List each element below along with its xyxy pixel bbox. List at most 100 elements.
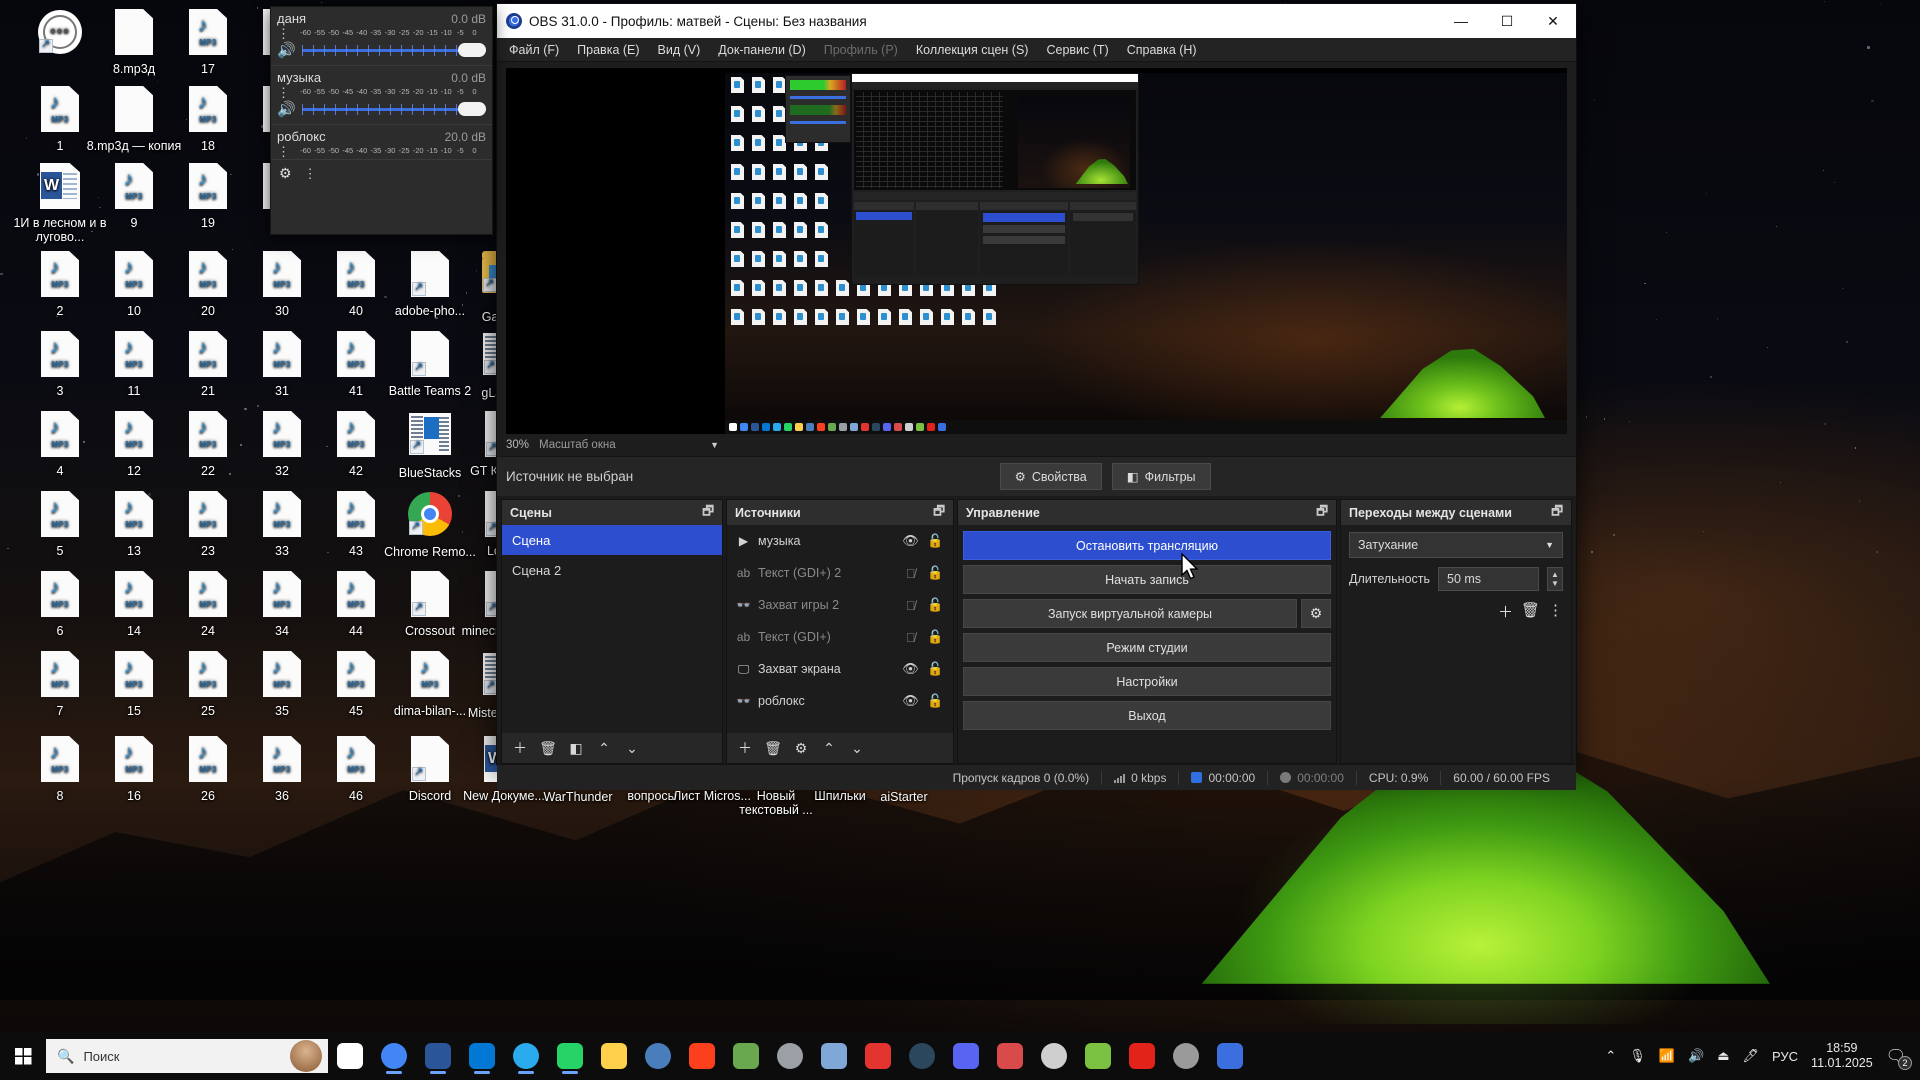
- lock-toggle-icon[interactable]: 🔓: [926, 533, 945, 549]
- transition-actions[interactable]: ＋ 🗑 ⋮: [1349, 601, 1563, 622]
- preview-scale-bar[interactable]: 30% Масштаб окна ▼: [497, 434, 1576, 456]
- yandex-icon[interactable]: [682, 1036, 722, 1076]
- visibility-toggle-icon[interactable]: 👁̸: [901, 566, 920, 581]
- mixer-track[interactable]: даня0.0 dB⋮-60-55-50-45-40-35-30-25-20-1…: [271, 7, 492, 66]
- slider-knob[interactable]: [458, 102, 486, 116]
- control-button[interactable]: Настройки: [963, 667, 1331, 696]
- telegram-icon[interactable]: [506, 1036, 546, 1076]
- obs-icon[interactable]: [1210, 1036, 1250, 1076]
- screen-icon[interactable]: [814, 1036, 854, 1076]
- menu-item[interactable]: Правка (E): [577, 43, 639, 57]
- virtual-camera-button[interactable]: Запуск виртуальной камеры: [963, 599, 1297, 628]
- move-up-icon[interactable]: ⌃: [591, 737, 617, 759]
- scene-item[interactable]: Сцена 2: [502, 555, 722, 585]
- discord-icon[interactable]: [946, 1036, 986, 1076]
- visibility-toggle-icon[interactable]: 👁̸: [901, 598, 920, 613]
- roblox-icon[interactable]: [1122, 1036, 1162, 1076]
- notifications-button[interactable]: 🗨2: [1886, 1046, 1906, 1066]
- menu-item[interactable]: Вид (V): [658, 43, 701, 57]
- undock-icon[interactable]: 🗗: [1551, 502, 1563, 523]
- search-input[interactable]: 🔍 Поиск: [46, 1039, 328, 1073]
- word-icon[interactable]: [418, 1036, 458, 1076]
- audio-mixer-window[interactable]: даня0.0 dB⋮-60-55-50-45-40-35-30-25-20-1…: [270, 6, 493, 235]
- calc-icon[interactable]: [770, 1036, 810, 1076]
- gear-icon[interactable]: ⚙: [788, 737, 814, 759]
- control-button[interactable]: Режим студии: [963, 633, 1331, 662]
- lock-toggle-icon[interactable]: 🔓: [926, 597, 945, 613]
- undock-icon[interactable]: 🗗: [702, 502, 714, 523]
- lock-toggle-icon[interactable]: 🔓: [926, 565, 945, 581]
- store-icon[interactable]: [462, 1036, 502, 1076]
- stepper-down-icon[interactable]: ▼: [1551, 579, 1559, 588]
- speaker-icon[interactable]: 🔊: [277, 41, 295, 59]
- source-list[interactable]: ▶музыка👁🔓abТекст (GDI+) 2👁̸🔓👓Захват игры…: [727, 525, 953, 733]
- windows-taskbar[interactable]: 🔍 Поиск ⌃ 🎙 📶 🔊 ⏏ 🖊 РУС 18:59 11.01.2025…: [0, 1032, 1920, 1080]
- taskbar-app-list[interactable]: [328, 1036, 1252, 1076]
- delete-icon[interactable]: 🗑: [535, 737, 561, 759]
- vertical-dots-icon[interactable]: ⋮: [277, 29, 289, 38]
- source-item[interactable]: 👓роблокс👁🔓: [727, 685, 953, 717]
- minimize-button[interactable]: —: [1438, 4, 1484, 38]
- vertical-dots-icon[interactable]: ⋮: [277, 147, 289, 156]
- language-indicator[interactable]: РУС: [1772, 1049, 1798, 1064]
- source-item[interactable]: ▶музыка👁🔓: [727, 525, 953, 557]
- gear-icon[interactable]: ⚙: [279, 165, 292, 182]
- lock-toggle-icon[interactable]: 🔓: [926, 661, 945, 677]
- chevron-down-icon[interactable]: ▼: [710, 440, 719, 450]
- pen-icon[interactable]: 🖊: [1742, 1048, 1759, 1064]
- visibility-toggle-icon[interactable]: 👁: [901, 533, 920, 549]
- add-icon[interactable]: ＋: [507, 737, 533, 759]
- more-options-icon[interactable]: ⋮: [1548, 601, 1563, 622]
- clock[interactable]: 18:59 11.01.2025: [1811, 1041, 1873, 1071]
- vertical-dots-icon[interactable]: ⋮: [277, 88, 289, 97]
- source-item[interactable]: abТекст (GDI+)👁̸🔓: [727, 621, 953, 653]
- lock-toggle-icon[interactable]: 🔓: [926, 629, 945, 645]
- menu-item[interactable]: Док-панели (D): [718, 43, 805, 57]
- visibility-toggle-icon[interactable]: 👁: [901, 693, 920, 709]
- usb-eject-icon[interactable]: ⏏: [1717, 1048, 1729, 1064]
- filter-icon[interactable]: ◧: [563, 737, 589, 759]
- chrome-icon[interactable]: [374, 1036, 414, 1076]
- whatsapp-icon[interactable]: [550, 1036, 590, 1076]
- duration-stepper[interactable]: ▲▼: [1547, 567, 1563, 591]
- obs-window[interactable]: OBS 31.0.0 - Профиль: матвей - Сцены: Бе…: [496, 3, 1577, 765]
- menu-item[interactable]: Сервис (T): [1046, 43, 1108, 57]
- settings-blue-icon[interactable]: [638, 1036, 678, 1076]
- explorer-icon[interactable]: [594, 1036, 634, 1076]
- visibility-toggle-icon[interactable]: 👁: [901, 661, 920, 677]
- scene-list[interactable]: СценаСцена 2: [502, 525, 722, 733]
- app-icon[interactable]: [1166, 1036, 1206, 1076]
- wifi-icon[interactable]: 📶: [1659, 1048, 1675, 1064]
- scene-item[interactable]: Сцена: [502, 525, 722, 555]
- delete-icon[interactable]: 🗑: [760, 737, 786, 759]
- control-button[interactable]: Остановить трансляцию: [963, 531, 1331, 560]
- visibility-toggle-icon[interactable]: 👁̸: [901, 630, 920, 645]
- mixer-volume-slider[interactable]: [302, 102, 486, 116]
- move-down-icon[interactable]: ⌄: [844, 737, 870, 759]
- source-item[interactable]: 👓Захват игры 2👁̸🔓: [727, 589, 953, 621]
- preview-canvas[interactable]: [506, 68, 1567, 434]
- epic-icon[interactable]: [1078, 1036, 1118, 1076]
- menu-item[interactable]: Справка (H): [1127, 43, 1197, 57]
- opera-icon[interactable]: [858, 1036, 898, 1076]
- undock-icon[interactable]: 🗗: [933, 502, 945, 523]
- scale-mode-select[interactable]: Масштаб окна ▼: [539, 439, 719, 451]
- close-button[interactable]: ✕: [1530, 4, 1576, 38]
- speaker-icon[interactable]: 🔊: [277, 100, 295, 118]
- menu-item[interactable]: Файл (F): [509, 43, 559, 57]
- delete-icon[interactable]: 🗑: [1521, 601, 1540, 622]
- control-button[interactable]: Начать запись: [963, 565, 1331, 594]
- add-icon[interactable]: ＋: [1498, 601, 1513, 622]
- microphone-icon[interactable]: 🎙: [1629, 1048, 1646, 1064]
- mixer-volume-slider[interactable]: [302, 43, 486, 57]
- obs-menu-bar[interactable]: Файл (F)Правка (E)Вид (V)Док-панели (D)П…: [497, 38, 1576, 62]
- settings-gear-icon[interactable]: [1034, 1036, 1074, 1076]
- move-up-icon[interactable]: ⌃: [816, 737, 842, 759]
- add-icon[interactable]: ＋: [732, 737, 758, 759]
- transition-select[interactable]: Затухание ▼: [1349, 532, 1563, 558]
- control-button-list[interactable]: Остановить трансляцию Начать запись Запуск…: [958, 525, 1336, 763]
- task-view-icon[interactable]: [330, 1036, 370, 1076]
- chevron-up-icon[interactable]: ⌃: [1605, 1048, 1616, 1064]
- move-down-icon[interactable]: ⌄: [619, 737, 645, 759]
- system-tray[interactable]: ⌃ 🎙 📶 🔊 ⏏ 🖊 РУС 18:59 11.01.2025 🗨2: [1605, 1041, 1920, 1071]
